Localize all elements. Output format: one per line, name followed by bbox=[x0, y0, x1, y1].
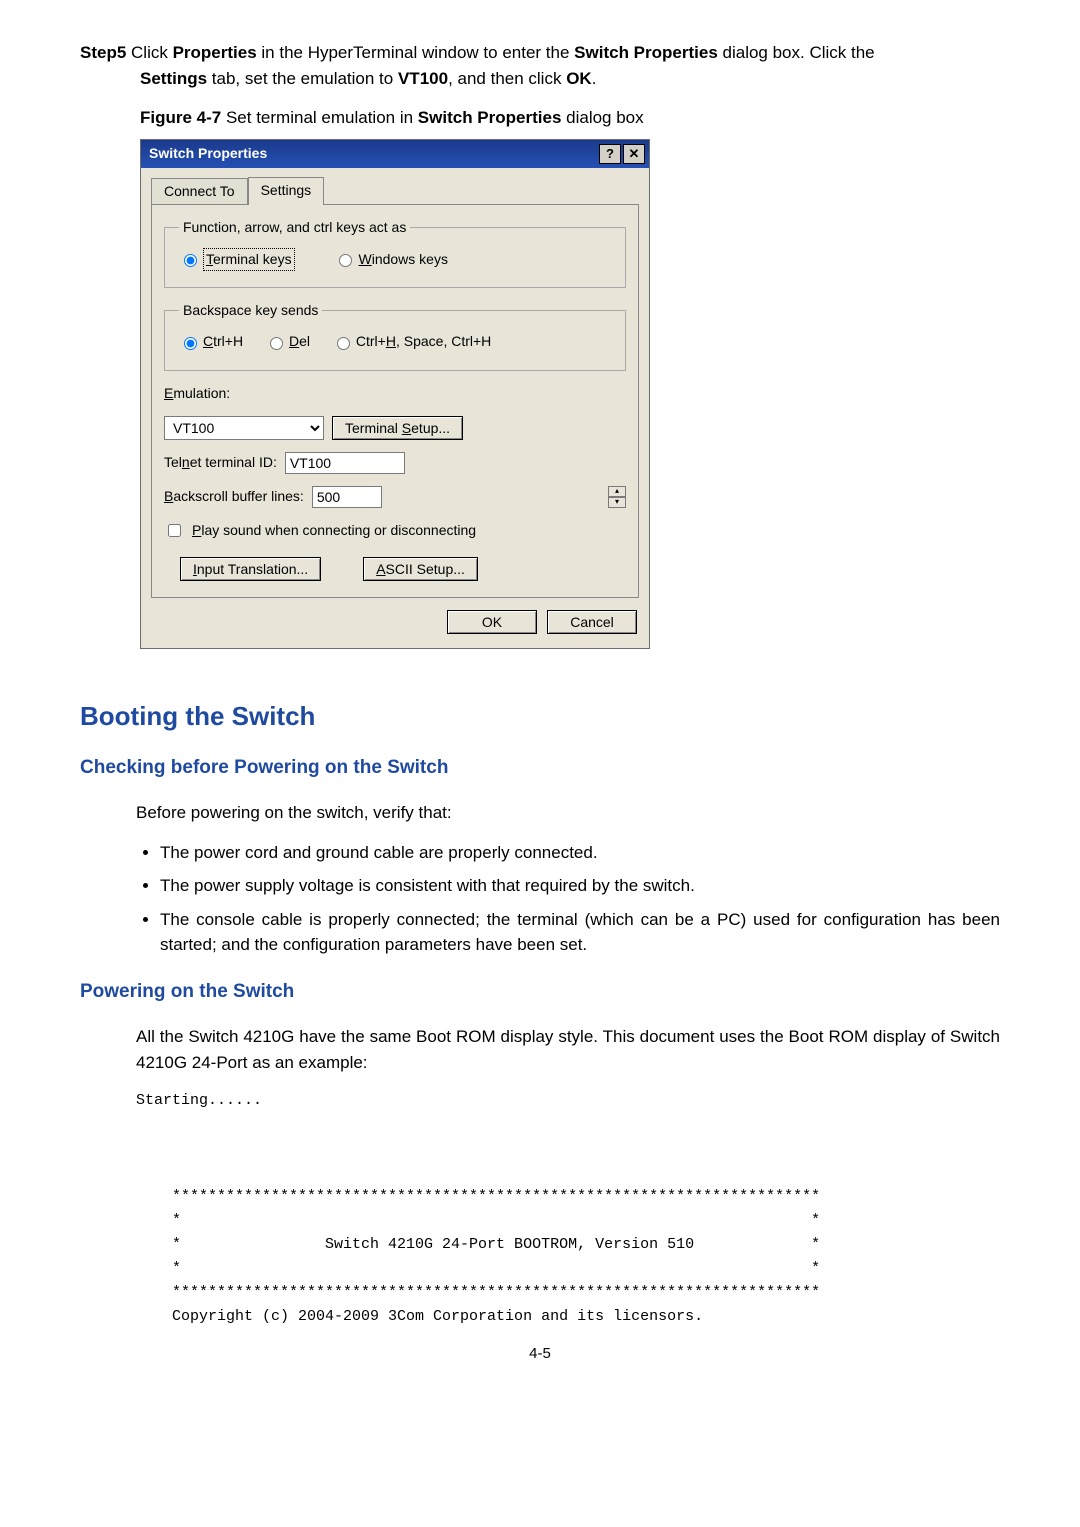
close-icon[interactable]: ✕ bbox=[623, 144, 645, 164]
settings-pane: Function, arrow, and ctrl keys act as Te… bbox=[151, 204, 639, 598]
step5-label: Step5 bbox=[80, 43, 126, 62]
switch-properties-dialog: Switch Properties ? ✕ Connect To Setting… bbox=[140, 139, 650, 649]
help-icon[interactable]: ? bbox=[599, 144, 621, 164]
dialog-titlebar: Switch Properties ? ✕ bbox=[141, 140, 649, 168]
radio-del[interactable]: Del bbox=[265, 331, 310, 352]
radio-ctrl-h-input[interactable] bbox=[184, 337, 197, 350]
heading-booting: Booting the Switch bbox=[80, 697, 1000, 736]
spin-down-icon[interactable]: ▾ bbox=[608, 497, 626, 508]
dialog-title: Switch Properties bbox=[149, 143, 597, 164]
emulation-label: Emulation: bbox=[164, 385, 230, 401]
check-list: The power cord and ground cable are prop… bbox=[160, 840, 1000, 958]
radio-ctrl-h-space[interactable]: Ctrl+H, Space, Ctrl+H bbox=[332, 331, 491, 352]
terminal-output: Starting...... *************************… bbox=[136, 1089, 1000, 1329]
tab-connect-to[interactable]: Connect To bbox=[151, 178, 248, 204]
heading-checking: Checking before Powering on the Switch bbox=[80, 754, 1000, 783]
radio-windows-keys[interactable]: Windows keys bbox=[334, 249, 447, 270]
play-sound-row[interactable]: Play sound when connecting or disconnect… bbox=[164, 520, 626, 541]
group-backspace: Backspace key sends Ctrl+H Del Ctrl+H, S… bbox=[164, 300, 626, 371]
group-function-keys-legend: Function, arrow, and ctrl keys act as bbox=[179, 217, 410, 238]
radio-ctrl-h-space-input[interactable] bbox=[337, 337, 350, 350]
backscroll-input[interactable] bbox=[312, 486, 382, 508]
cancel-button[interactable]: Cancel bbox=[547, 610, 637, 634]
spin-up-icon[interactable]: ▴ bbox=[608, 486, 626, 497]
emulation-select[interactable]: VT100 bbox=[164, 416, 324, 440]
play-sound-label: Play sound when connecting or disconnect… bbox=[192, 520, 476, 541]
radio-windows-keys-input[interactable] bbox=[339, 254, 352, 267]
radio-terminal-keys[interactable]: Terminal keys bbox=[179, 248, 295, 271]
tab-settings[interactable]: Settings bbox=[248, 177, 325, 205]
step5-paragraph: Step5 Click Properties in the HyperTermi… bbox=[80, 40, 1000, 91]
para-allswitch: All the Switch 4210G have the same Boot … bbox=[136, 1024, 1000, 1075]
tab-row: Connect To Settings bbox=[151, 176, 639, 204]
ok-button[interactable]: OK bbox=[447, 610, 537, 634]
telnet-id-label: Telnet terminal ID: bbox=[164, 452, 277, 473]
heading-powering: Powering on the Switch bbox=[80, 978, 1000, 1007]
para-before: Before powering on the switch, verify th… bbox=[136, 800, 1000, 826]
telnet-id-input[interactable] bbox=[285, 452, 405, 474]
list-item: The console cable is properly connected;… bbox=[160, 907, 1000, 958]
play-sound-checkbox[interactable] bbox=[168, 524, 181, 537]
input-translation-button[interactable]: Input Translation... bbox=[180, 557, 321, 581]
figure-caption: Figure 4-7 Set terminal emulation in Swi… bbox=[140, 105, 1000, 131]
terminal-setup-button[interactable]: Terminal Setup... bbox=[332, 416, 463, 440]
backscroll-spinner[interactable]: ▴▾ bbox=[608, 486, 626, 508]
ascii-setup-button[interactable]: ASCII Setup... bbox=[363, 557, 478, 581]
group-function-keys: Function, arrow, and ctrl keys act as Te… bbox=[164, 217, 626, 289]
group-backspace-legend: Backspace key sends bbox=[179, 300, 322, 321]
radio-terminal-keys-input[interactable] bbox=[184, 254, 197, 267]
list-item: The power cord and ground cable are prop… bbox=[160, 840, 1000, 866]
radio-del-input[interactable] bbox=[270, 337, 283, 350]
page-number: 4-5 bbox=[80, 1343, 1000, 1366]
radio-ctrl-h[interactable]: Ctrl+H bbox=[179, 331, 243, 352]
list-item: The power supply voltage is consistent w… bbox=[160, 873, 1000, 899]
backscroll-label: Backscroll buffer lines: bbox=[164, 486, 304, 507]
